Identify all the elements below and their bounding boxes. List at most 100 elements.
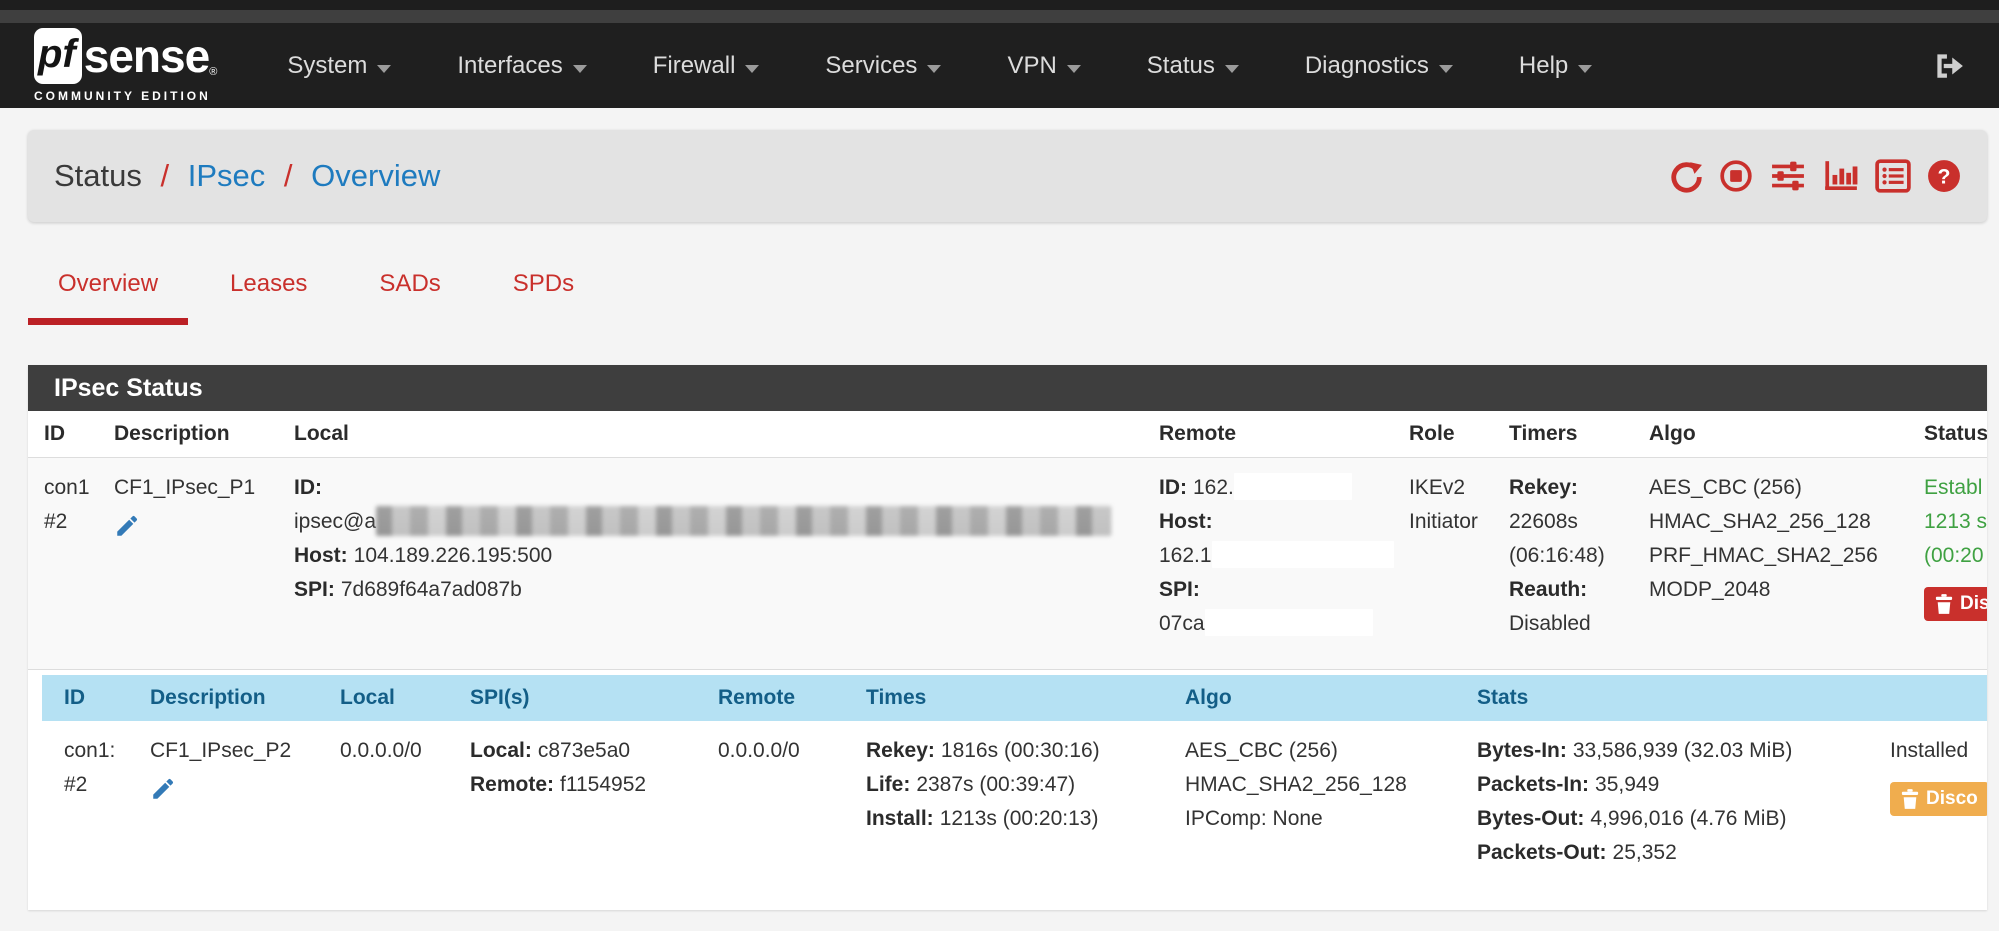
nav-item-label: System xyxy=(287,52,367,79)
col-header-times: Times xyxy=(866,675,1185,721)
algo-dh-group: MODP_2048 xyxy=(1649,573,1924,607)
ike-table-header: ID Description Local Remote Role Timers … xyxy=(28,411,1987,458)
status-uptime-hms: (00:20 xyxy=(1924,539,1987,573)
tab-overview[interactable]: Overview xyxy=(28,270,188,325)
col-header-remote: Remote xyxy=(1159,411,1409,457)
disconnect-label: Dis xyxy=(1960,593,1987,615)
help-icon[interactable]: ? xyxy=(1927,159,1961,193)
algo-ipcomp: IPComp: None xyxy=(1185,802,1477,836)
reauth-label: Reauth: xyxy=(1509,578,1587,601)
remote-id-label: ID: xyxy=(1159,476,1187,499)
nav-item-firewall[interactable]: Firewall xyxy=(653,52,760,80)
logo-pf: pf xyxy=(34,28,82,84)
breadcrumb-link-overview[interactable]: Overview xyxy=(311,158,440,193)
disconnect-ike-button[interactable]: Dis xyxy=(1924,587,1987,621)
chevron-down-icon xyxy=(1225,65,1239,73)
bytes-in-value: 33,586,939 (32.03 MiB) xyxy=(1573,739,1792,762)
time-install-value: 1213s (00:20:13) xyxy=(940,807,1099,830)
ike-id-cell: con1 #2 xyxy=(44,458,114,641)
child-table-row: con1: #2 CF1_IPsec_P2 0.0.0.0/0 Local:c8… xyxy=(42,721,1987,910)
col-header-stats: Stats xyxy=(1477,675,1890,721)
local-host-label: Host: xyxy=(294,544,348,567)
remote-host-value: 162.1 xyxy=(1159,544,1212,567)
chevron-down-icon xyxy=(573,65,587,73)
tab-leases[interactable]: Leases xyxy=(200,270,337,325)
sign-out-icon[interactable] xyxy=(1931,49,1965,83)
nav-item-label: VPN xyxy=(1007,52,1056,79)
settings-sliders-icon[interactable] xyxy=(1769,159,1807,193)
col-header-local: Local xyxy=(340,675,470,721)
logo-edition: COMMUNITY EDITION xyxy=(34,89,217,103)
nav-item-system[interactable]: System xyxy=(287,52,391,80)
remote-spi-value: 07ca xyxy=(1159,612,1205,635)
ike-timers-cell: Rekey: 22608s (06:16:48) Reauth: Disable… xyxy=(1509,458,1649,641)
child-id-line1: con1: xyxy=(64,734,150,768)
ike-description: CF1_IPsec_P1 xyxy=(114,471,294,505)
nav-item-vpn[interactable]: VPN xyxy=(1007,52,1080,80)
edit-pencil-icon[interactable] xyxy=(150,776,176,802)
ike-status-cell: Establ 1213 s (00:20 Dis xyxy=(1924,458,1987,641)
child-table-header: ID Description Local SPI(s) Remote Times… xyxy=(42,675,1987,721)
child-sa-table: ID Description Local SPI(s) Remote Times… xyxy=(42,675,1987,910)
time-rekey-label: Rekey: xyxy=(866,739,935,762)
breadcrumb-link-ipsec[interactable]: IPsec xyxy=(188,158,266,193)
stop-icon[interactable] xyxy=(1719,159,1753,193)
role-line2: Initiator xyxy=(1409,505,1509,539)
redacted-box xyxy=(1212,541,1394,568)
edit-pencil-icon[interactable] xyxy=(114,513,140,539)
rekey-time: (06:16:48) xyxy=(1509,539,1649,573)
col-header-id: ID xyxy=(44,411,114,457)
trash-icon xyxy=(1935,594,1953,614)
local-spi-label: SPI: xyxy=(294,578,335,601)
time-rekey-value: 1816s (00:30:16) xyxy=(941,739,1100,762)
col-header-remote: Remote xyxy=(718,675,866,721)
ike-description-cell: CF1_IPsec_P1 xyxy=(114,458,294,641)
child-description-cell: CF1_IPsec_P2 xyxy=(150,721,340,870)
chevron-down-icon xyxy=(927,65,941,73)
col-header-algo: Algo xyxy=(1649,411,1924,457)
pfsense-logo[interactable]: pf sense ® COMMUNITY EDITION xyxy=(34,28,217,103)
nav-item-status[interactable]: Status xyxy=(1147,52,1239,80)
nav-item-label: Help xyxy=(1519,52,1568,79)
child-times-cell: Rekey:1816s (00:30:16) Life:2387s (00:39… xyxy=(866,721,1185,870)
nav-item-label: Firewall xyxy=(653,52,736,79)
refresh-icon[interactable] xyxy=(1669,159,1703,193)
local-id-label: ID: xyxy=(294,476,322,499)
nav-item-label: Services xyxy=(825,52,917,79)
child-algo-cell: AES_CBC (256) HMAC_SHA2_256_128 IPComp: … xyxy=(1185,721,1477,870)
bytes-out-value: 4,996,016 (4.76 MiB) xyxy=(1590,807,1786,830)
packets-in-label: Packets-In: xyxy=(1477,773,1589,796)
algo-integrity: HMAC_SHA2_256_128 xyxy=(1185,768,1477,802)
col-header-description: Description xyxy=(150,675,340,721)
chevron-down-icon xyxy=(377,65,391,73)
nav-item-services[interactable]: Services xyxy=(825,52,941,80)
breadcrumb-section: Status xyxy=(54,158,142,193)
breadcrumb-separator: / xyxy=(151,158,180,193)
chevron-down-icon xyxy=(1067,65,1081,73)
tab-sads[interactable]: SADs xyxy=(349,270,470,325)
disconnect-child-button[interactable]: Disco xyxy=(1890,782,1987,816)
breadcrumb-separator: / xyxy=(274,158,303,193)
chevron-down-icon xyxy=(745,65,759,73)
child-status-installed: Installed xyxy=(1890,734,1987,768)
log-list-icon[interactable] xyxy=(1875,159,1911,193)
child-status-cell: Installed Disco xyxy=(1890,721,1987,870)
trash-icon xyxy=(1901,789,1919,809)
graph-icon[interactable] xyxy=(1823,159,1859,193)
packets-out-label: Packets-Out: xyxy=(1477,841,1607,864)
redacted-box xyxy=(1205,609,1373,636)
packets-out-value: 25,352 xyxy=(1613,841,1677,864)
bytes-in-label: Bytes-In: xyxy=(1477,739,1567,762)
child-spis-cell: Local:c873e5a0 Remote:f1154952 xyxy=(470,721,718,870)
child-remote-cell: 0.0.0.0/0 xyxy=(718,721,866,870)
nav-item-help[interactable]: Help xyxy=(1519,52,1592,80)
tab-spds[interactable]: SPDs xyxy=(483,270,604,325)
navbar: pf sense ® COMMUNITY EDITION System Inte… xyxy=(0,23,1999,108)
local-id-value: ipsec@a xyxy=(294,510,376,533)
spi-remote-value: f1154952 xyxy=(560,773,646,796)
col-header-id: ID xyxy=(64,675,150,721)
nav-item-diagnostics[interactable]: Diagnostics xyxy=(1305,52,1453,80)
time-install-label: Install: xyxy=(866,807,934,830)
child-description: CF1_IPsec_P2 xyxy=(150,734,340,768)
nav-item-interfaces[interactable]: Interfaces xyxy=(457,52,586,80)
